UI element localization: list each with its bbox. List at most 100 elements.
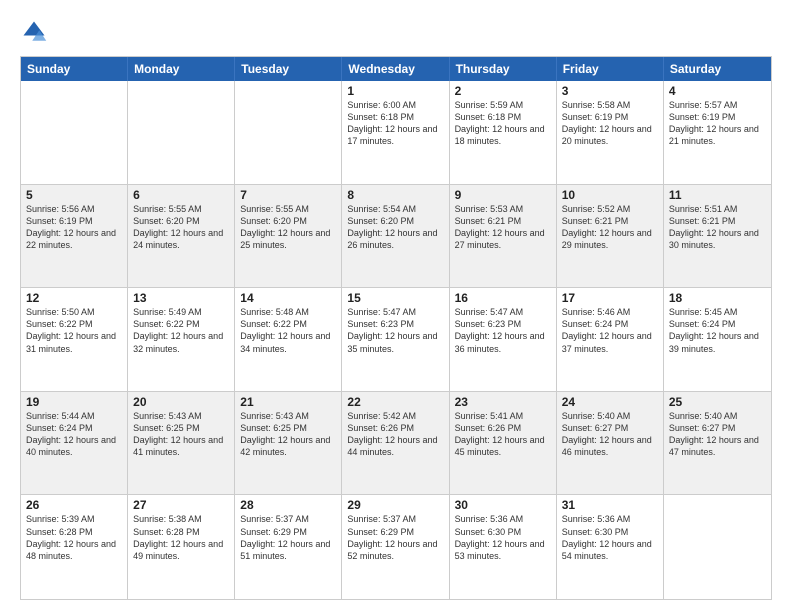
calendar-header: SundayMondayTuesdayWednesdayThursdayFrid… (21, 57, 771, 81)
calendar-header-cell: Thursday (450, 57, 557, 81)
cell-info: Sunrise: 5:37 AM Sunset: 6:29 PM Dayligh… (240, 513, 336, 562)
day-number: 3 (562, 84, 658, 98)
calendar-header-cell: Saturday (664, 57, 771, 81)
calendar-cell (664, 495, 771, 599)
calendar-cell: 22Sunrise: 5:42 AM Sunset: 6:26 PM Dayli… (342, 392, 449, 495)
day-number: 31 (562, 498, 658, 512)
calendar-cell: 24Sunrise: 5:40 AM Sunset: 6:27 PM Dayli… (557, 392, 664, 495)
day-number: 11 (669, 188, 766, 202)
calendar-cell: 3Sunrise: 5:58 AM Sunset: 6:19 PM Daylig… (557, 81, 664, 184)
cell-info: Sunrise: 5:40 AM Sunset: 6:27 PM Dayligh… (562, 410, 658, 459)
calendar-cell: 20Sunrise: 5:43 AM Sunset: 6:25 PM Dayli… (128, 392, 235, 495)
calendar-cell: 13Sunrise: 5:49 AM Sunset: 6:22 PM Dayli… (128, 288, 235, 391)
cell-info: Sunrise: 5:48 AM Sunset: 6:22 PM Dayligh… (240, 306, 336, 355)
day-number: 8 (347, 188, 443, 202)
day-number: 4 (669, 84, 766, 98)
calendar-cell: 12Sunrise: 5:50 AM Sunset: 6:22 PM Dayli… (21, 288, 128, 391)
day-number: 29 (347, 498, 443, 512)
calendar-cell: 19Sunrise: 5:44 AM Sunset: 6:24 PM Dayli… (21, 392, 128, 495)
calendar-header-cell: Sunday (21, 57, 128, 81)
calendar-row: 26Sunrise: 5:39 AM Sunset: 6:28 PM Dayli… (21, 495, 771, 599)
cell-info: Sunrise: 5:37 AM Sunset: 6:29 PM Dayligh… (347, 513, 443, 562)
logo-icon (20, 18, 48, 46)
cell-info: Sunrise: 5:58 AM Sunset: 6:19 PM Dayligh… (562, 99, 658, 148)
calendar-cell: 29Sunrise: 5:37 AM Sunset: 6:29 PM Dayli… (342, 495, 449, 599)
cell-info: Sunrise: 5:49 AM Sunset: 6:22 PM Dayligh… (133, 306, 229, 355)
cell-info: Sunrise: 5:41 AM Sunset: 6:26 PM Dayligh… (455, 410, 551, 459)
calendar-cell: 26Sunrise: 5:39 AM Sunset: 6:28 PM Dayli… (21, 495, 128, 599)
calendar-cell: 4Sunrise: 5:57 AM Sunset: 6:19 PM Daylig… (664, 81, 771, 184)
calendar-cell: 18Sunrise: 5:45 AM Sunset: 6:24 PM Dayli… (664, 288, 771, 391)
cell-info: Sunrise: 5:44 AM Sunset: 6:24 PM Dayligh… (26, 410, 122, 459)
day-number: 21 (240, 395, 336, 409)
calendar-row: 5Sunrise: 5:56 AM Sunset: 6:19 PM Daylig… (21, 185, 771, 289)
calendar-cell: 28Sunrise: 5:37 AM Sunset: 6:29 PM Dayli… (235, 495, 342, 599)
cell-info: Sunrise: 5:53 AM Sunset: 6:21 PM Dayligh… (455, 203, 551, 252)
calendar-row: 1Sunrise: 6:00 AM Sunset: 6:18 PM Daylig… (21, 81, 771, 185)
calendar-cell: 7Sunrise: 5:55 AM Sunset: 6:20 PM Daylig… (235, 185, 342, 288)
day-number: 15 (347, 291, 443, 305)
calendar: SundayMondayTuesdayWednesdayThursdayFrid… (20, 56, 772, 600)
calendar-body: 1Sunrise: 6:00 AM Sunset: 6:18 PM Daylig… (21, 81, 771, 599)
day-number: 27 (133, 498, 229, 512)
calendar-cell: 5Sunrise: 5:56 AM Sunset: 6:19 PM Daylig… (21, 185, 128, 288)
cell-info: Sunrise: 5:43 AM Sunset: 6:25 PM Dayligh… (133, 410, 229, 459)
calendar-cell: 1Sunrise: 6:00 AM Sunset: 6:18 PM Daylig… (342, 81, 449, 184)
day-number: 12 (26, 291, 122, 305)
cell-info: Sunrise: 5:50 AM Sunset: 6:22 PM Dayligh… (26, 306, 122, 355)
day-number: 10 (562, 188, 658, 202)
day-number: 9 (455, 188, 551, 202)
calendar-cell: 21Sunrise: 5:43 AM Sunset: 6:25 PM Dayli… (235, 392, 342, 495)
cell-info: Sunrise: 5:51 AM Sunset: 6:21 PM Dayligh… (669, 203, 766, 252)
day-number: 20 (133, 395, 229, 409)
cell-info: Sunrise: 5:38 AM Sunset: 6:28 PM Dayligh… (133, 513, 229, 562)
cell-info: Sunrise: 5:43 AM Sunset: 6:25 PM Dayligh… (240, 410, 336, 459)
calendar-row: 19Sunrise: 5:44 AM Sunset: 6:24 PM Dayli… (21, 392, 771, 496)
day-number: 19 (26, 395, 122, 409)
calendar-cell: 10Sunrise: 5:52 AM Sunset: 6:21 PM Dayli… (557, 185, 664, 288)
cell-info: Sunrise: 5:56 AM Sunset: 6:19 PM Dayligh… (26, 203, 122, 252)
calendar-cell: 11Sunrise: 5:51 AM Sunset: 6:21 PM Dayli… (664, 185, 771, 288)
day-number: 17 (562, 291, 658, 305)
cell-info: Sunrise: 5:42 AM Sunset: 6:26 PM Dayligh… (347, 410, 443, 459)
calendar-header-cell: Wednesday (342, 57, 449, 81)
day-number: 13 (133, 291, 229, 305)
day-number: 14 (240, 291, 336, 305)
calendar-cell: 9Sunrise: 5:53 AM Sunset: 6:21 PM Daylig… (450, 185, 557, 288)
calendar-cell: 2Sunrise: 5:59 AM Sunset: 6:18 PM Daylig… (450, 81, 557, 184)
calendar-cell: 16Sunrise: 5:47 AM Sunset: 6:23 PM Dayli… (450, 288, 557, 391)
calendar-cell (235, 81, 342, 184)
calendar-cell: 27Sunrise: 5:38 AM Sunset: 6:28 PM Dayli… (128, 495, 235, 599)
page: SundayMondayTuesdayWednesdayThursdayFrid… (0, 0, 792, 612)
day-number: 28 (240, 498, 336, 512)
cell-info: Sunrise: 5:46 AM Sunset: 6:24 PM Dayligh… (562, 306, 658, 355)
cell-info: Sunrise: 5:55 AM Sunset: 6:20 PM Dayligh… (240, 203, 336, 252)
calendar-cell: 23Sunrise: 5:41 AM Sunset: 6:26 PM Dayli… (450, 392, 557, 495)
cell-info: Sunrise: 5:40 AM Sunset: 6:27 PM Dayligh… (669, 410, 766, 459)
calendar-row: 12Sunrise: 5:50 AM Sunset: 6:22 PM Dayli… (21, 288, 771, 392)
day-number: 7 (240, 188, 336, 202)
cell-info: Sunrise: 5:57 AM Sunset: 6:19 PM Dayligh… (669, 99, 766, 148)
day-number: 25 (669, 395, 766, 409)
calendar-header-cell: Monday (128, 57, 235, 81)
calendar-cell: 30Sunrise: 5:36 AM Sunset: 6:30 PM Dayli… (450, 495, 557, 599)
cell-info: Sunrise: 5:39 AM Sunset: 6:28 PM Dayligh… (26, 513, 122, 562)
cell-info: Sunrise: 5:45 AM Sunset: 6:24 PM Dayligh… (669, 306, 766, 355)
day-number: 26 (26, 498, 122, 512)
day-number: 30 (455, 498, 551, 512)
day-number: 18 (669, 291, 766, 305)
day-number: 2 (455, 84, 551, 98)
day-number: 23 (455, 395, 551, 409)
calendar-cell (128, 81, 235, 184)
calendar-header-cell: Friday (557, 57, 664, 81)
cell-info: Sunrise: 5:47 AM Sunset: 6:23 PM Dayligh… (347, 306, 443, 355)
cell-info: Sunrise: 5:55 AM Sunset: 6:20 PM Dayligh… (133, 203, 229, 252)
cell-info: Sunrise: 6:00 AM Sunset: 6:18 PM Dayligh… (347, 99, 443, 148)
calendar-cell: 17Sunrise: 5:46 AM Sunset: 6:24 PM Dayli… (557, 288, 664, 391)
day-number: 22 (347, 395, 443, 409)
calendar-header-cell: Tuesday (235, 57, 342, 81)
header (20, 18, 772, 46)
calendar-cell: 14Sunrise: 5:48 AM Sunset: 6:22 PM Dayli… (235, 288, 342, 391)
day-number: 24 (562, 395, 658, 409)
cell-info: Sunrise: 5:59 AM Sunset: 6:18 PM Dayligh… (455, 99, 551, 148)
